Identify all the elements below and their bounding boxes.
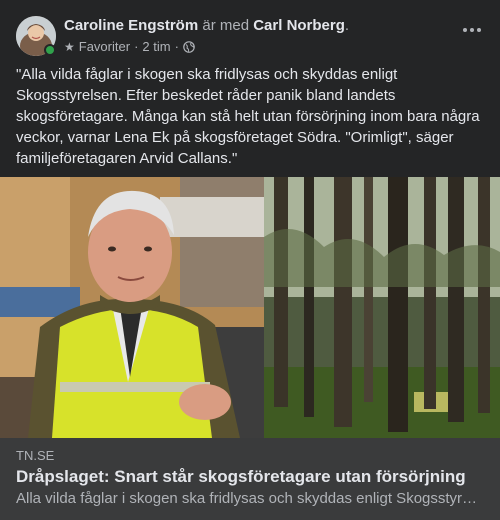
link-title[interactable]: Dråpslaget: Snart står skogsföretagare u… — [16, 466, 466, 488]
post-time[interactable]: 2 tim — [142, 38, 170, 56]
man-illustration — [0, 177, 264, 438]
post-meta: ★ Favoriter · 2 tim · — [64, 38, 195, 56]
globe-icon[interactable] — [183, 41, 195, 53]
author-line: Caroline Engström är med Carl Norberg. — [64, 16, 349, 36]
forest-illustration — [264, 177, 500, 438]
post-card: Caroline Engström är med Carl Norberg. ★… — [0, 0, 500, 520]
tagged-person[interactable]: Carl Norberg — [253, 17, 345, 34]
audience-label[interactable]: Favoriter — [79, 38, 130, 56]
link-domain: TN.SE — [16, 448, 55, 463]
more-options-icon — [463, 28, 467, 32]
meta-separator: · — [134, 39, 139, 54]
author-name[interactable]: Caroline Engström — [64, 17, 198, 34]
more-options-icon-dot — [470, 28, 474, 32]
link-preview-image[interactable] — [0, 177, 500, 438]
post-header: Caroline Engström är med Carl Norberg. ★… — [0, 0, 500, 62]
photo-man-in-safety-vest — [0, 177, 264, 438]
online-status-dot — [44, 44, 56, 56]
more-options-button[interactable] — [460, 22, 484, 38]
post-caption: "Alla vilda fåglar i skogen ska fridlysa… — [16, 66, 480, 167]
star-icon: ★ — [64, 40, 75, 54]
link-description: Alla vilda fåglar i skogen ska fridlysas… — [16, 490, 484, 507]
with-text: är med — [202, 17, 250, 34]
photo-forest — [264, 177, 500, 438]
more-options-icon-dot — [477, 28, 481, 32]
author-line-period: . — [344, 17, 350, 34]
meta-separator-2: · — [174, 39, 179, 54]
